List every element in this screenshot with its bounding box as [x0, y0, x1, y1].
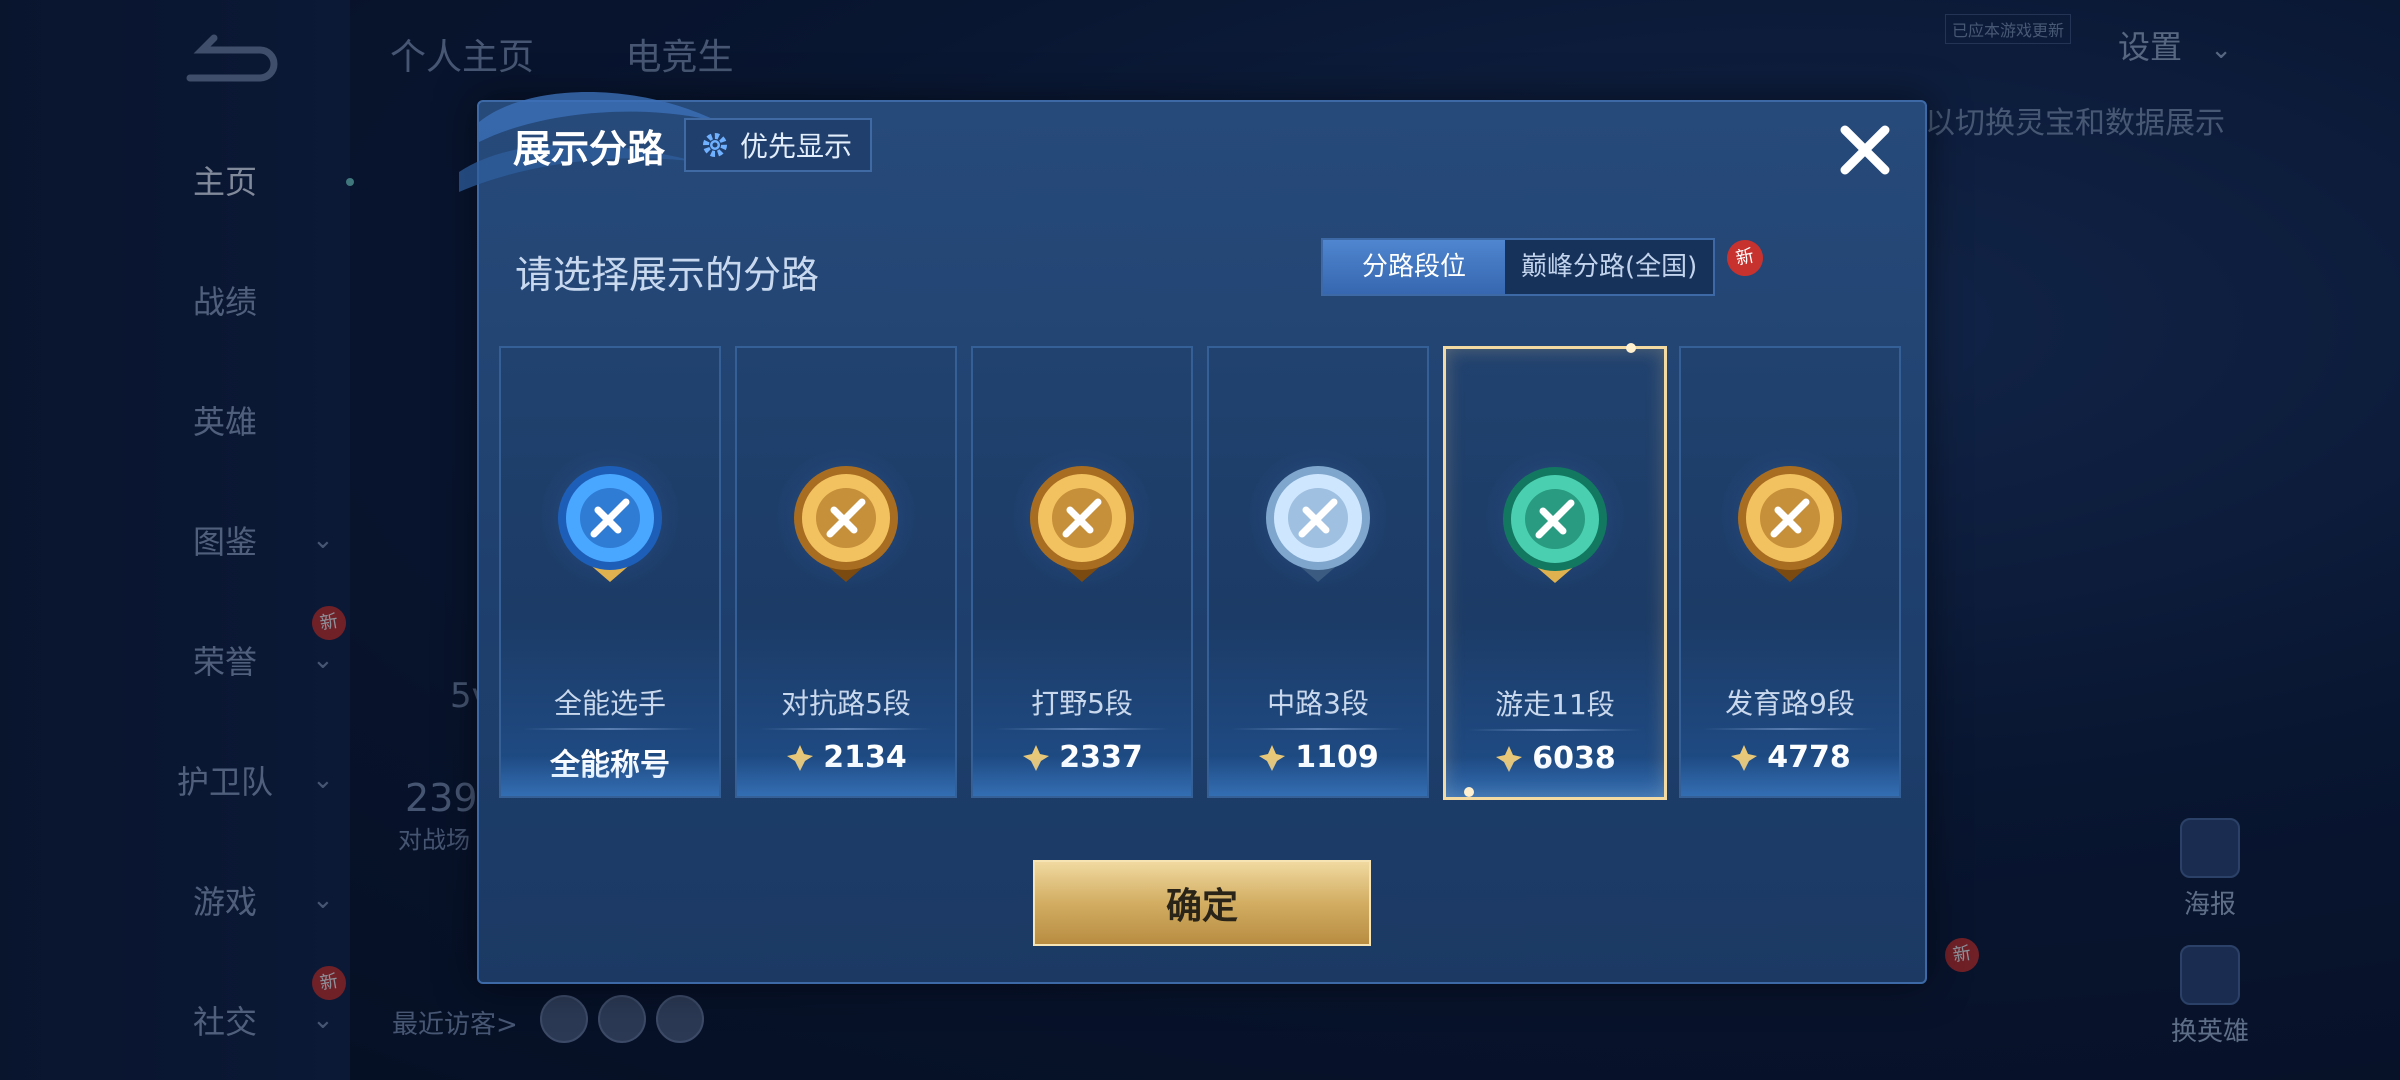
divider	[995, 728, 1169, 730]
confirm-button[interactable]: 确定	[1033, 860, 1371, 946]
lane-name: 对抗路5段	[781, 687, 911, 720]
dialog-title: 展示分路	[513, 127, 666, 171]
roam-emblem-icon	[1503, 467, 1607, 583]
new-badge: 新	[1723, 236, 1767, 280]
lane-name: 游走11段	[1495, 688, 1615, 721]
lane-mode-switch: 分路段位 巅峰分路(全国)	[1321, 238, 1716, 296]
divider	[759, 728, 933, 730]
lane-display-dialog: 展示分路 优先显示 请选择展示的分路 分路段位 巅峰分路(全国) 新 全能选手全…	[459, 92, 1927, 984]
jungle-emblem-icon	[1030, 466, 1134, 582]
priority-display-label: 优先显示	[740, 130, 853, 163]
lane-card[interactable]: 发育路9段4778	[1679, 346, 1901, 798]
divider	[1703, 728, 1877, 730]
all-round-emblem-icon	[558, 466, 662, 582]
lane-card[interactable]: 打野5段2337	[971, 346, 1193, 798]
lane-name: 打野5段	[1031, 687, 1133, 720]
lane-name: 全能选手	[553, 687, 666, 720]
card-glow	[973, 756, 1191, 796]
card-glow	[501, 756, 719, 796]
lane-name: 中路3段	[1267, 687, 1369, 720]
lane-card[interactable]: 游走11段6038	[1443, 343, 1667, 800]
lane-card[interactable]: 全能选手全能称号	[499, 346, 721, 798]
divider	[1468, 729, 1642, 731]
selection-corner-dot	[1626, 343, 1636, 353]
tab-lane-rank[interactable]: 分路段位	[1323, 240, 1505, 294]
divider	[523, 728, 697, 730]
clash-lane-emblem-icon	[794, 466, 898, 582]
priority-display-button[interactable]: 优先显示	[684, 118, 873, 172]
lane-card[interactable]: 中路3段1109	[1207, 346, 1429, 798]
divider	[1231, 728, 1405, 730]
confirm-label: 确定	[1165, 886, 1238, 927]
gear-icon	[703, 133, 727, 157]
close-icon[interactable]	[1833, 118, 1897, 182]
lane-card[interactable]: 对抗路5段2134	[735, 346, 957, 798]
card-glow	[1209, 756, 1427, 796]
tab-peak-lane[interactable]: 巅峰分路(全国)	[1505, 240, 1713, 294]
selection-corner-dot	[1464, 787, 1474, 797]
card-glow	[1446, 757, 1664, 797]
lane-name: 发育路9段	[1725, 687, 1855, 720]
farm-lane-emblem-icon	[1738, 466, 1842, 582]
mid-lane-emblem-icon	[1266, 466, 1370, 582]
card-glow	[1681, 756, 1899, 796]
dialog-subtitle: 请选择展示的分路	[515, 253, 820, 297]
card-glow	[737, 756, 955, 796]
